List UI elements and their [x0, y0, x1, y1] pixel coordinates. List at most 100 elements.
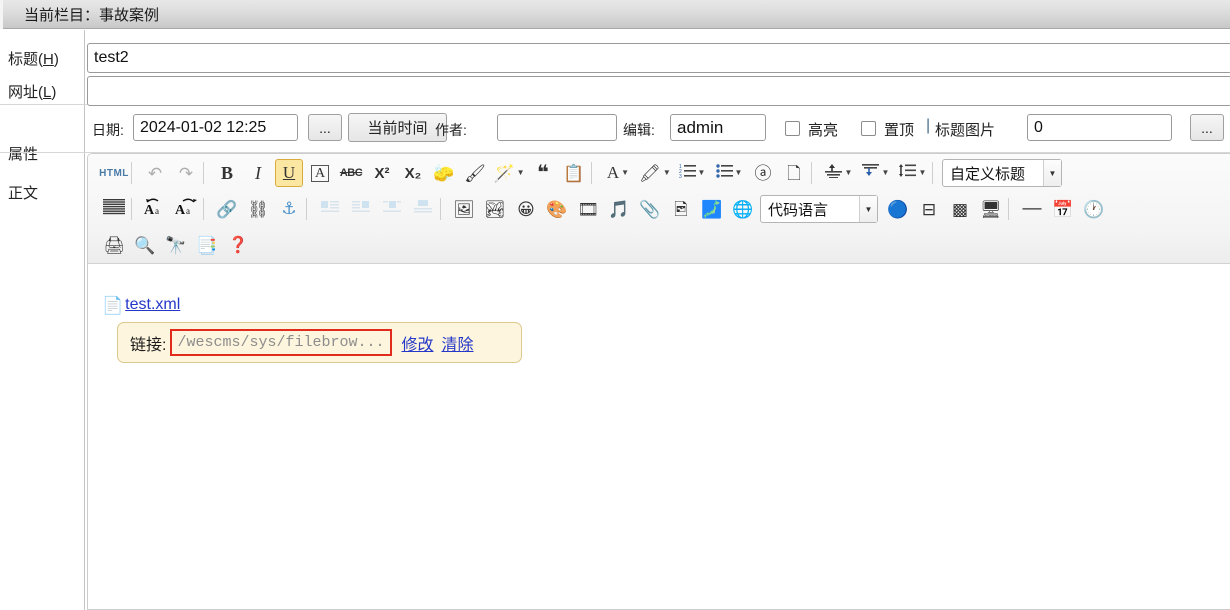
link-edit-action[interactable]: 修改	[402, 331, 434, 355]
insert-webapp-icon-glyph: 🌐	[732, 199, 754, 219]
insert-attachment-icon[interactable]: 📎	[636, 195, 664, 223]
label-url: 网址(L)	[8, 84, 57, 101]
insert-multi-image-icon[interactable]: 🏞	[481, 195, 509, 223]
line-height-icon[interactable]: ▼	[895, 159, 929, 187]
paintbrush-icon[interactable]: 🖌	[461, 159, 489, 187]
chevron-down-icon[interactable]: ▼	[919, 169, 927, 177]
insert-image-icon[interactable]: 🖼	[450, 195, 478, 223]
image-align-left-icon[interactable]	[316, 195, 344, 223]
find-replace-icon[interactable]: 🔭	[162, 231, 190, 259]
insert-flash-icon[interactable]: 🔵	[884, 195, 912, 223]
pin-top-checkbox[interactable]	[861, 121, 876, 136]
blockquote-icon[interactable]: ❝	[529, 159, 557, 187]
date-input[interactable]	[133, 114, 298, 141]
justify-icon[interactable]	[100, 195, 128, 223]
titlebar-left-edge	[0, 0, 3, 29]
insert-link-icon[interactable]: 🔗	[213, 195, 241, 223]
print-icon[interactable]: 🖨	[100, 231, 128, 259]
insert-webapp-icon[interactable]: 🌐	[729, 195, 757, 223]
preview-icon[interactable]: 🔍	[131, 231, 159, 259]
superscript-icon[interactable]: X²	[368, 159, 396, 187]
insert-video-icon[interactable]: 🎞	[574, 195, 602, 223]
insert-time-icon[interactable]: 🕐	[1080, 195, 1108, 223]
insert-screenshot-icon[interactable]: 🖥	[977, 195, 1005, 223]
source-html-button[interactable]: HTML	[99, 159, 128, 187]
code-language-select[interactable]: 代码语言 ▼	[760, 195, 878, 223]
bulleted-list-icon[interactable]: ▼	[712, 159, 746, 187]
anchor-icon[interactable]: ⚓	[275, 195, 303, 223]
chevron-down-icon[interactable]: ▼	[517, 169, 525, 177]
bold-icon[interactable]: B	[213, 159, 241, 187]
insert-music-icon[interactable]: 🎵	[605, 195, 633, 223]
remove-format-icon[interactable]: A	[306, 159, 334, 187]
chevron-down-icon[interactable]: ▼	[621, 169, 629, 177]
increase-font-icon[interactable]: Aa	[172, 195, 200, 223]
insert-doodle-icon-glyph: 🎨	[546, 199, 568, 219]
eraser-icon[interactable]: 🧽	[430, 159, 458, 187]
editor-content-area[interactable]: 📄 test.xml 链接: /wescms/sys/filebrow... 修…	[88, 265, 1230, 609]
insert-emoticon-icon[interactable]: 😀	[512, 195, 540, 223]
current-time-button[interactable]: 当前时间	[348, 113, 447, 142]
unlink-icon[interactable]: ⛓	[244, 195, 272, 223]
background-color-icon-glyph: 🖍	[639, 163, 661, 183]
templates-icon[interactable]: 📑	[193, 231, 221, 259]
chevron-down-icon[interactable]: ▼	[882, 169, 890, 177]
numbered-list-icon[interactable]: 1 2 3 ▼	[675, 159, 709, 187]
chevron-down-icon[interactable]: ▼	[859, 196, 877, 222]
font-color-icon[interactable]: A ▼	[601, 159, 635, 187]
italic-icon[interactable]: I	[244, 159, 272, 187]
chevron-down-icon[interactable]: ▼	[735, 169, 743, 177]
help-icon[interactable]: ❓	[224, 231, 252, 259]
chevron-down-icon[interactable]: ▼	[698, 169, 706, 177]
undo-icon-glyph: ↶	[147, 163, 163, 183]
attached-file-link[interactable]: test.xml	[125, 296, 180, 314]
chevron-down-icon[interactable]: ▼	[845, 169, 853, 177]
insert-iframe-icon[interactable]: ⊟	[915, 195, 943, 223]
svg-text:3: 3	[679, 174, 682, 178]
underline-icon[interactable]: U	[275, 159, 303, 187]
decrease-font-icon-glyph: Aa	[144, 198, 166, 220]
date-picker-button[interactable]: ...	[308, 114, 342, 141]
decrease-font-icon[interactable]: Aa	[141, 195, 169, 223]
insert-photo-icon[interactable]: 🗾	[698, 195, 726, 223]
form-label-column: 标题(H) 网址(L) 属性 正文	[0, 30, 85, 610]
image-align-right-icon[interactable]	[347, 195, 375, 223]
insert-gallery-icon[interactable]: 🖻	[667, 195, 695, 223]
title-image-browse-button[interactable]: ...	[1190, 114, 1224, 141]
link-url-highlight-box[interactable]: /wescms/sys/filebrow...	[170, 329, 392, 356]
custom-title-select[interactable]: 自定义标题 ▼	[942, 159, 1062, 187]
undo-icon[interactable]: ↶	[141, 159, 169, 187]
align-icon[interactable]: ▼	[821, 159, 855, 187]
highlight-checkbox[interactable]	[785, 121, 800, 136]
insert-date-icon[interactable]: 📅	[1049, 195, 1077, 223]
title-image-input[interactable]	[1027, 114, 1172, 141]
insert-attachment-icon-glyph: 📎	[639, 199, 661, 219]
image-align-left-icon-glyph	[320, 199, 340, 219]
url-input[interactable]	[87, 76, 1230, 106]
svg-text:A: A	[144, 203, 155, 215]
background-color-icon[interactable]: 🖍 ▼	[638, 159, 672, 187]
author-input[interactable]	[497, 114, 617, 141]
chevron-down-icon[interactable]: ▼	[1043, 160, 1061, 186]
insert-doodle-icon[interactable]: 🎨	[543, 195, 571, 223]
chevron-down-icon[interactable]: ▼	[663, 169, 671, 177]
page-break-icon[interactable]: 🗋	[780, 159, 808, 187]
strikethrough-icon[interactable]: ABC	[337, 159, 365, 187]
redo-icon[interactable]: ↷	[172, 159, 200, 187]
horizontal-rule-icon[interactable]: —	[1018, 195, 1046, 223]
subscript-icon[interactable]: X₂	[399, 159, 427, 187]
editor-input[interactable]	[670, 114, 766, 141]
paste-text-icon[interactable]: 📋	[560, 159, 588, 187]
label-title: 标题(H)	[8, 51, 59, 68]
code-language-select-value: 代码语言	[768, 201, 829, 219]
magic-wand-icon[interactable]: 🪄 ▼	[492, 159, 526, 187]
insert-table-icon[interactable]: ▩	[946, 195, 974, 223]
insert-music-icon-glyph: 🎵	[608, 199, 630, 219]
image-align-center-icon-glyph	[382, 199, 402, 219]
indent-icon[interactable]: ▼	[858, 159, 892, 187]
image-align-center-icon[interactable]	[378, 195, 406, 223]
anchor-link-icon[interactable]: ⓐ	[749, 159, 777, 187]
title-input[interactable]	[87, 43, 1230, 73]
image-align-none-icon[interactable]	[409, 195, 437, 223]
link-clear-action[interactable]: 清除	[442, 331, 474, 355]
